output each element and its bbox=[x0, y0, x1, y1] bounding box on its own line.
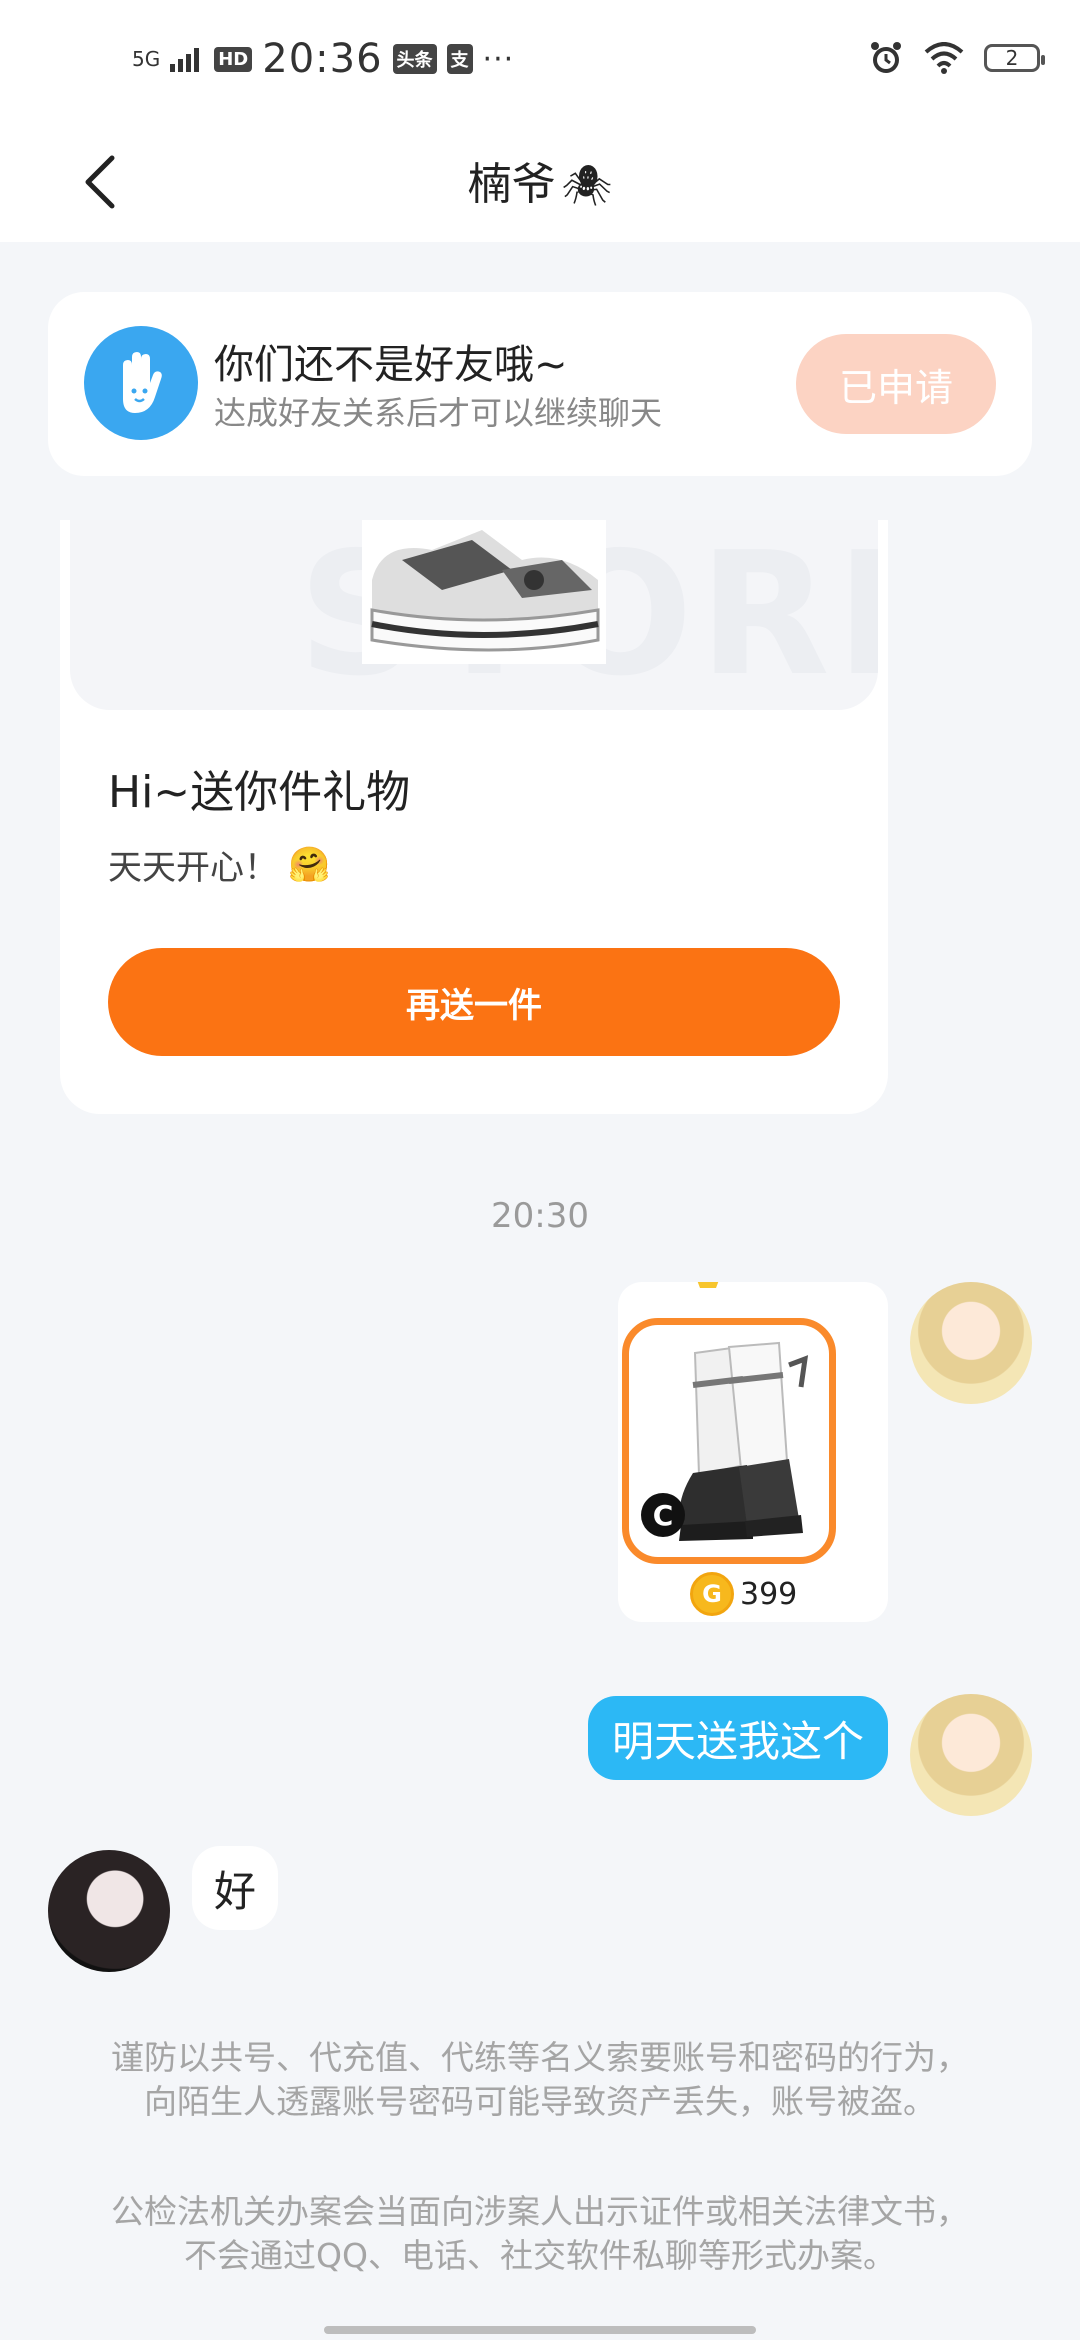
price-value: 399 bbox=[740, 1576, 798, 1612]
news-app-icon: 头条 bbox=[392, 44, 437, 74]
wave-hand-icon bbox=[84, 326, 198, 440]
battery-icon: 2 bbox=[984, 44, 1045, 72]
gift-message-text: 天天开心！ bbox=[108, 848, 278, 888]
contact-name: 楠爷 bbox=[467, 159, 556, 210]
sneaker-image bbox=[362, 520, 606, 664]
status-left: 5G HD 20:36 头条 支 ··· bbox=[132, 36, 514, 82]
banner-title: 你们还不是好友哦~ bbox=[214, 342, 568, 388]
alarm-icon bbox=[871, 42, 901, 73]
clock-time: 20:36 bbox=[262, 36, 383, 82]
contact-avatar[interactable] bbox=[48, 1850, 170, 1972]
coin-symbol: G bbox=[702, 1580, 722, 1608]
gift-title: Hi~送你件礼物 bbox=[108, 767, 411, 818]
my-text-bubble[interactable]: 明天送我这个 bbox=[587, 1696, 888, 1780]
message-timestamp: 20:30 bbox=[491, 1196, 589, 1236]
top-coin-icon bbox=[697, 1282, 719, 1288]
product-message-bubble[interactable]: C G 399 bbox=[618, 1282, 888, 1622]
gift-message: 天天开心！ 🤗 bbox=[108, 840, 330, 889]
security-notice-police: 公检法机关办案会当面向涉案人出示证件或相关法律文书，不会通过QQ、电话、社交软件… bbox=[111, 2192, 969, 2275]
chat-title[interactable]: 楠爷 🕷 bbox=[0, 148, 1080, 212]
coin-icon: G bbox=[690, 1572, 734, 1616]
send-again-button[interactable]: 再送一件 bbox=[108, 948, 840, 1056]
signal-icon bbox=[170, 48, 200, 72]
contact-text-bubble[interactable]: 好 bbox=[192, 1846, 279, 1930]
product-price: G 399 bbox=[690, 1572, 797, 1616]
product-badge: C bbox=[641, 1493, 685, 1537]
applied-button[interactable]: 已申请 bbox=[796, 334, 996, 434]
product-image-frame: C bbox=[622, 1318, 836, 1564]
network-label: 5G bbox=[132, 47, 161, 71]
more-notifications-icon: ··· bbox=[482, 41, 515, 77]
nav-bar: 楠爷 🕷 bbox=[0, 120, 1080, 242]
status-bar: 5G HD 20:36 头条 支 ··· 2 bbox=[0, 0, 1080, 120]
product-badge-letter: C bbox=[652, 1498, 674, 1532]
not-friend-banner: 你们还不是好友哦~ 达成好友关系后才可以继续聊天 已申请 bbox=[48, 292, 1032, 476]
my-avatar[interactable] bbox=[910, 1282, 1032, 1404]
wifi-icon bbox=[924, 42, 964, 74]
status-right: 2 bbox=[868, 40, 1045, 76]
gift-card[interactable]: STORE Hi~送你件礼物 天天开心！ 🤗 再送一件 bbox=[60, 520, 888, 1114]
security-notice-account: 谨防以共号、代充值、代练等名义索要账号和密码的行为，向陌生人透露账号密码可能导致… bbox=[111, 2038, 969, 2121]
gift-image-area: STORE bbox=[70, 520, 878, 710]
my-avatar[interactable] bbox=[910, 1694, 1032, 1816]
alipay-app-icon: 支 bbox=[446, 44, 473, 74]
home-indicator[interactable] bbox=[324, 2326, 756, 2334]
banner-subtitle: 达成好友关系后才可以继续聊天 bbox=[214, 394, 663, 432]
battery-level: 2 bbox=[1005, 46, 1019, 70]
spider-icon: 🕷 bbox=[561, 163, 613, 209]
hug-emoji-icon: 🤗 bbox=[288, 844, 331, 885]
hd-badge: HD bbox=[214, 46, 253, 72]
